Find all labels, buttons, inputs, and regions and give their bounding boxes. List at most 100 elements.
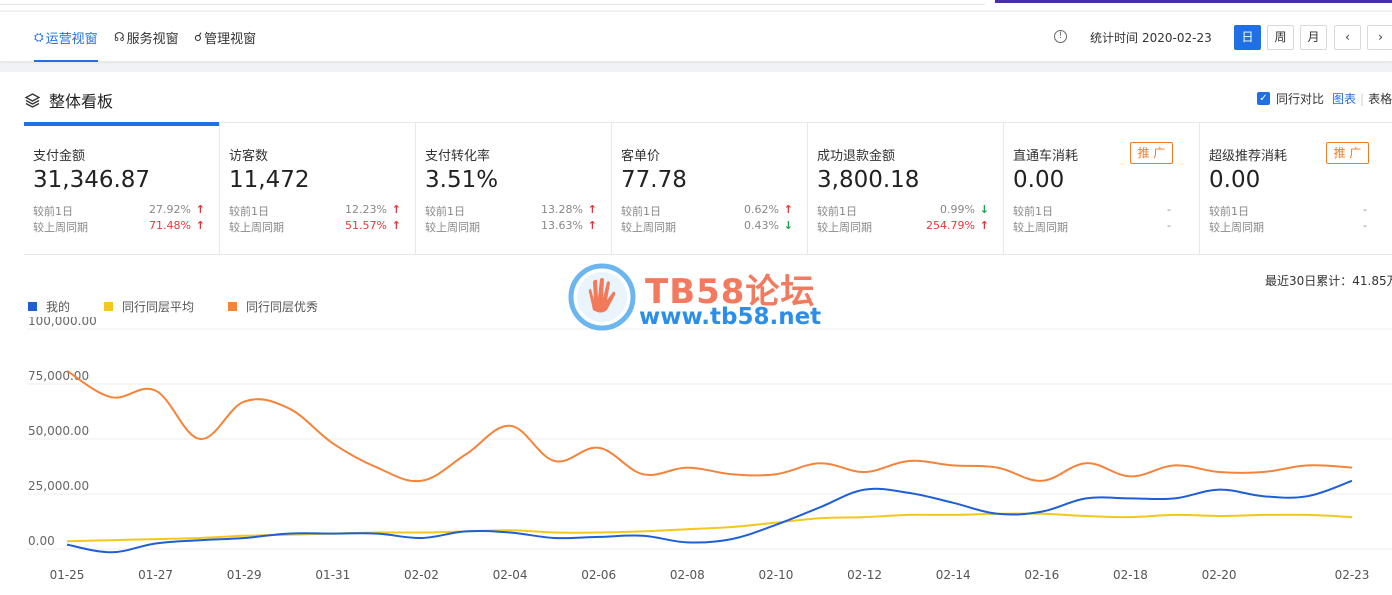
arrow-up-icon: ↑ [587,203,597,216]
thirty-day-total: 最近30日累计：41.85万 [1265,274,1392,288]
kpi-card[interactable]: 超级推荐消耗 0.00 推 广较前1日 - 较上周同期 - [1200,123,1392,255]
kpi-card[interactable]: 客单价 77.78 较前1日 0.62% ↑ 较上周同期 0.43% ↓ [612,123,808,255]
day-button[interactable]: 日 [1234,25,1261,50]
top-strip [0,0,1392,10]
info-icon[interactable]: ! [1054,30,1067,43]
kpi-cards: 支付金额 31,346.87 较前1日 27.92% ↑ 较上周同期 71.48% ↑ 访客数 1… [24,122,1392,255]
view-header: ⛭ 运营视窗 ☊ 服务视窗 ☌ 管理视窗 ! 统计时间 2020-02-23 日 … [0,12,1392,62]
kpi-compare-row: 较前1日 13.28% ↑ [425,203,605,219]
kpi-compare-row: 较上周同期 51.57% ↑ [229,219,409,235]
x-tick-label: 02-14 [936,568,971,582]
headset-icon: ☊ [114,30,125,44]
chart-link[interactable]: 图表 [1332,90,1356,107]
compare-label: 较上周同期 [1013,221,1068,234]
stat-time-label: 统计时间 [1090,31,1139,45]
legend-item-mine[interactable]: 我的 [28,298,70,315]
legend-swatch [228,302,238,311]
legend-swatch [28,302,37,311]
medal-icon: ☌ [194,30,203,44]
kpi-card[interactable]: 成功退款金额 3,800.18 较前1日 0.99% ↓ 较上周同期 254.79% ↑ [808,123,1004,255]
compare-percent: 12.23% [345,203,387,216]
week-button[interactable]: 周 [1267,25,1294,50]
x-tick-label: 02-12 [847,568,882,582]
stat-time-date: 2020-02-23 [1142,31,1212,45]
compare-label: 较上周同期 [817,221,872,234]
compare-percent: 51.57% [345,219,387,232]
compare-percent: 0.43% [744,219,779,232]
arrow-up-icon: ↑ [587,219,597,232]
kpi-compare-row: 较前1日 12.23% ↑ [229,203,409,219]
legend-label: 同行同层优秀 [246,300,319,314]
kpi-card[interactable]: 访客数 11,472 较前1日 12.23% ↑ 较上周同期 51.57% ↑ [220,123,416,255]
x-tick-label: 02-18 [1113,568,1148,582]
compare-percent: 71.48% [149,219,191,232]
x-tick-label: 02-20 [1202,568,1237,582]
arrow-up-icon: ↑ [391,203,401,216]
promote-button[interactable]: 推 广 [1130,142,1173,164]
compare-label: 较上周同期 [1209,221,1264,234]
kpi-compare-row: 较上周同期 0.43% ↓ [621,219,801,235]
kpi-card[interactable]: 支付转化率 3.51% 较前1日 13.28% ↑ 较上周同期 13.63% ↑ [416,123,612,255]
kpi-value: 77.78 [621,167,687,193]
kpi-label: 支付金额 [33,149,86,164]
compare-checkbox[interactable]: ✓ [1257,92,1270,105]
compare-percent: - [1167,219,1171,232]
arrow-up-icon: ↑ [195,203,205,216]
next-date-button[interactable]: › [1367,25,1392,50]
kpi-value: 3.51% [425,167,499,193]
prev-date-button[interactable]: ‹ [1334,25,1361,50]
divider: | [1360,91,1365,106]
kpi-compare-row: 较前1日 0.62% ↑ [621,203,801,219]
kpi-label: 客单价 [621,149,661,164]
tab-label: 管理视窗 [204,31,257,47]
operations-icon: ⛭ [34,29,44,44]
kpi-value: 0.00 [1013,167,1065,193]
arrow-up-icon: ↑ [979,219,989,232]
arrow-down-icon: ↓ [979,203,989,216]
y-tick-label: 100,000.00 [28,317,97,328]
tab-label: 服务视窗 [126,31,179,47]
kpi-compare-row: 较上周同期 13.63% ↑ [425,219,605,235]
y-tick-label: 50,000.00 [28,424,89,438]
tab-service-view[interactable]: ☊ 服务视窗 [114,12,179,62]
x-tick-label: 01-31 [315,568,350,582]
kpi-compare-row: 较上周同期 - [1209,219,1389,235]
compare-percent: - [1167,203,1171,216]
watermark-url: www.tb58.net [639,304,822,330]
compare-label: 较前1日 [425,205,465,218]
x-tick-label: 01-25 [50,568,85,582]
compare-percent: 0.62% [744,203,779,216]
kpi-compare-row: 较前1日 - [1013,203,1193,219]
tab-management-view[interactable]: ☌ 管理视窗 [194,12,256,62]
table-link[interactable]: 表格 [1368,90,1392,107]
board-title-text: 整体看板 [49,92,114,111]
stat-time: 统计时间 2020-02-23 [1090,29,1212,46]
kpi-compare-row: 较上周同期 254.79% ↑ [817,219,997,235]
compare-label: 较上周同期 [33,221,88,234]
arrow-up-icon: ↑ [195,219,205,232]
arrow-up-icon: ↑ [391,219,401,232]
kpi-label: 支付转化率 [425,149,491,164]
compare-label: 较前1日 [1013,205,1053,218]
kpi-card[interactable]: 支付金额 31,346.87 较前1日 27.92% ↑ 较上周同期 71.48% ↑ [24,122,220,255]
layers-icon [24,92,41,108]
promote-button[interactable]: 推 广 [1326,142,1369,164]
month-button[interactable]: 月 [1300,25,1327,50]
x-tick-label: 02-10 [759,568,794,582]
legend-label: 同行同层平均 [122,300,195,314]
kpi-compare-row: 较上周同期 - [1013,219,1193,235]
kpi-card[interactable]: 直通车消耗 0.00 推 广较前1日 - 较上周同期 - [1004,123,1200,255]
tab-operations-view[interactable]: ⛭ 运营视窗 [34,12,98,62]
y-tick-label: 0.00 [28,534,55,548]
x-tick-label: 02-02 [404,568,439,582]
view-options: ✓ 同行对比 图表 | 表格 [1257,90,1392,107]
kpi-value: 31,346.87 [33,167,151,193]
hand-logo-icon [568,263,636,331]
legend-item-excellent[interactable]: 同行同层优秀 [228,298,318,315]
compare-label: 较前1日 [1209,205,1249,218]
arrow-up-icon: ↑ [783,203,793,216]
compare-label: 较上周同期 [229,221,284,234]
accent-bar [995,0,1392,3]
legend-item-average[interactable]: 同行同层平均 [104,298,194,315]
page: ⛭ 运营视窗 ☊ 服务视窗 ☌ 管理视窗 ! 统计时间 2020-02-23 日 … [0,0,1392,595]
